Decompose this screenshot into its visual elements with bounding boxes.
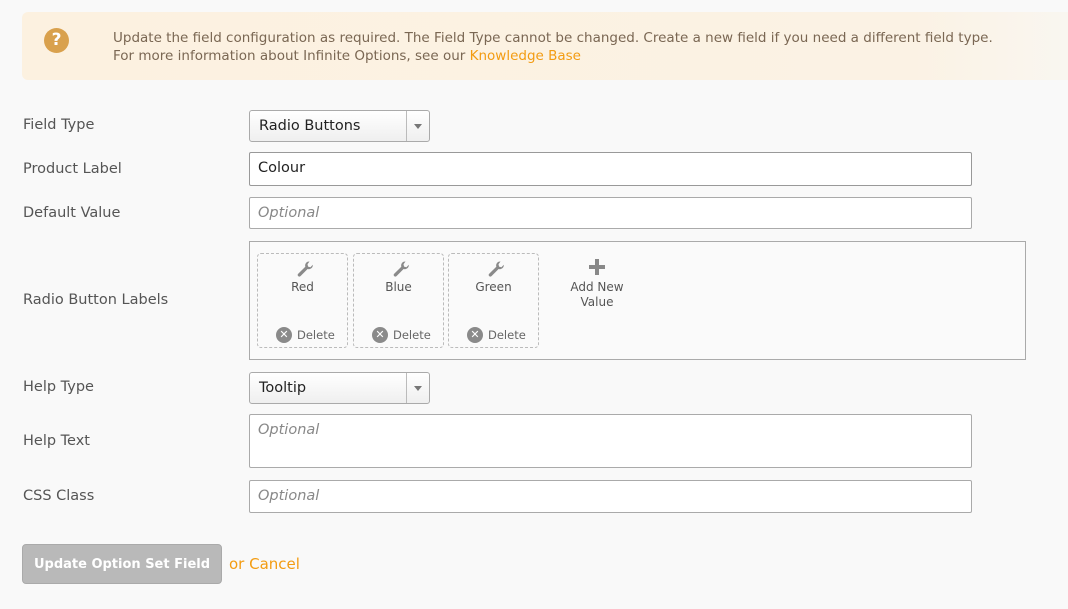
value-label: Blue xyxy=(385,280,412,294)
add-new-label: Add New Value xyxy=(557,280,637,310)
close-icon: ✕ xyxy=(467,327,483,343)
field-type-label: Field Type xyxy=(23,117,95,133)
css-class-input[interactable]: Optional xyxy=(249,480,972,513)
info-notice: ? Update the field configuration as requ… xyxy=(22,12,1068,80)
close-icon: ✕ xyxy=(372,327,388,343)
add-new-line-1: Add New xyxy=(570,280,624,294)
wrench-icon xyxy=(488,261,504,277)
wrench-icon xyxy=(297,261,313,277)
notice-line-1: Update the field configuration as requir… xyxy=(113,30,993,46)
notice-line-2: For more information about Infinite Opti… xyxy=(113,47,1043,65)
field-type-select[interactable]: Radio Buttons xyxy=(249,110,430,142)
plus-icon xyxy=(588,258,606,276)
help-text-textarea[interactable]: Optional xyxy=(249,414,972,468)
default-value-input[interactable]: Optional xyxy=(249,197,972,229)
delete-label: Delete xyxy=(297,328,335,342)
field-type-value: Radio Buttons xyxy=(259,118,361,134)
help-type-select[interactable]: Tooltip xyxy=(249,372,430,404)
chevron-down-icon xyxy=(406,111,429,141)
notice-text: Update the field configuration as requir… xyxy=(113,29,1043,65)
value-card-blue[interactable]: Blue ✕ Delete xyxy=(353,253,444,348)
delete-label: Delete xyxy=(488,328,526,342)
delete-label: Delete xyxy=(393,328,431,342)
product-label-input[interactable]: Colour xyxy=(249,152,972,186)
radio-values-box: Red ✕ Delete Blue ✕ Delete Green ✕ Delet… xyxy=(249,241,1026,360)
knowledge-base-link[interactable]: Knowledge Base xyxy=(470,48,581,64)
help-type-value: Tooltip xyxy=(259,380,307,396)
update-option-set-field-button[interactable]: Update Option Set Field xyxy=(22,544,222,584)
help-type-label: Help Type xyxy=(23,379,94,395)
help-text-label: Help Text xyxy=(23,433,90,449)
wrench-icon xyxy=(393,261,409,277)
question-icon: ? xyxy=(44,28,69,53)
or-text: or xyxy=(229,555,250,573)
default-value-label: Default Value xyxy=(23,205,121,221)
notice-line-2-prefix: For more information about Infinite Opti… xyxy=(113,48,470,64)
header-fragment xyxy=(392,0,463,8)
product-label-label: Product Label xyxy=(23,161,122,177)
add-new-value-button[interactable]: Add New Value xyxy=(557,258,637,310)
close-icon: ✕ xyxy=(276,327,292,343)
chevron-down-icon xyxy=(406,373,429,403)
value-card-green[interactable]: Green ✕ Delete xyxy=(448,253,539,348)
radio-button-labels-label: Radio Button Labels xyxy=(23,292,169,308)
css-class-label: CSS Class xyxy=(23,488,95,504)
value-card-red[interactable]: Red ✕ Delete xyxy=(257,253,348,348)
or-cancel: or Cancel xyxy=(229,555,300,573)
add-new-line-2: Value xyxy=(580,295,614,309)
value-label: Red xyxy=(291,280,314,294)
value-label: Green xyxy=(475,280,512,294)
cancel-link[interactable]: Cancel xyxy=(249,555,300,573)
